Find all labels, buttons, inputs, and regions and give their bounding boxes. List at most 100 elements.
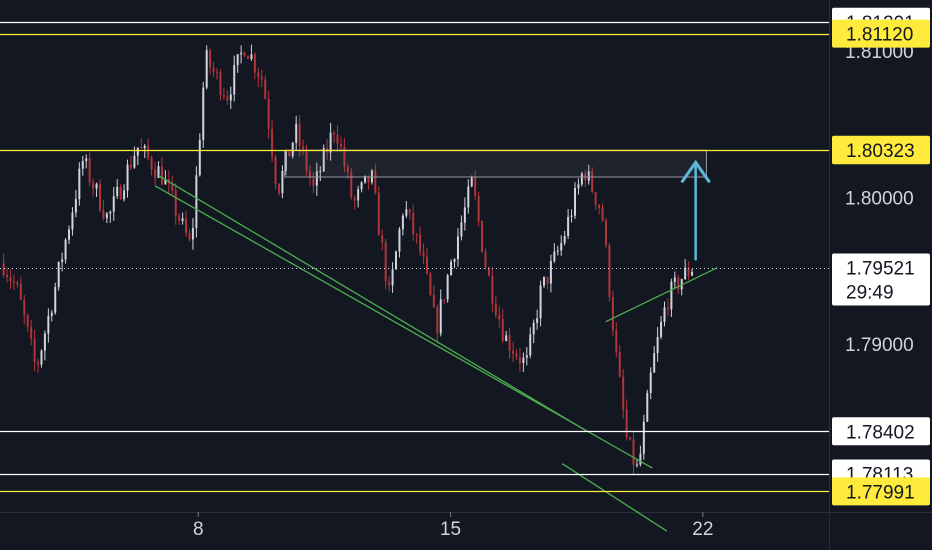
candle-body	[209, 50, 212, 68]
candle-body	[74, 199, 77, 213]
candle-body	[312, 178, 315, 186]
candle-body	[95, 183, 98, 189]
candle-body	[405, 209, 408, 216]
y-tick-label: 1.80000	[845, 188, 914, 209]
candle-body	[604, 220, 607, 246]
candle-body	[81, 161, 84, 169]
candle-body	[98, 183, 101, 211]
candle-body	[574, 188, 577, 216]
candle-body	[178, 215, 181, 221]
candle-body	[439, 299, 442, 334]
candle-body	[425, 256, 428, 274]
candle-body	[57, 261, 60, 288]
candle-body	[429, 273, 432, 296]
x-tick-label: 22	[692, 519, 713, 540]
candle-body	[129, 164, 132, 168]
candle-body	[450, 261, 453, 276]
level-price-label-7-text: 1.77991	[846, 482, 915, 503]
candle-body	[622, 376, 625, 410]
candle-body	[88, 158, 91, 183]
candle-body	[618, 352, 621, 377]
candle-body	[525, 355, 528, 358]
candle-body	[154, 169, 157, 178]
candle-body	[112, 196, 115, 212]
candle-body	[666, 307, 669, 310]
candle-body	[23, 299, 26, 316]
candle-body	[302, 146, 305, 150]
candle-body	[611, 297, 614, 331]
candle-body	[522, 357, 525, 363]
candle-body	[71, 212, 74, 230]
candle-body	[360, 182, 363, 190]
level-price-label-2-text: 1.81120	[846, 25, 913, 46]
candle-body	[147, 145, 150, 158]
candle-body	[691, 271, 694, 276]
candle-body	[505, 335, 508, 341]
candle-body	[233, 65, 236, 95]
candle-body	[243, 52, 246, 57]
candle-body	[253, 54, 256, 73]
candle-body	[563, 235, 566, 243]
candle-body	[498, 315, 501, 320]
candle-body	[47, 315, 50, 334]
candle-body	[30, 327, 33, 340]
candle-body	[484, 251, 487, 268]
candle-body	[295, 123, 298, 143]
candle-body	[33, 339, 36, 363]
candle-body	[54, 287, 57, 313]
candle-body	[456, 236, 459, 260]
candle-body	[663, 307, 666, 322]
candle-body	[202, 87, 205, 140]
candle-body	[216, 71, 219, 73]
candle-body	[264, 79, 267, 99]
candle-body	[470, 177, 473, 187]
candle-body	[246, 56, 249, 59]
candle-body	[412, 212, 415, 235]
candle-body	[553, 251, 556, 261]
current-price-label-countdown: 29:49	[846, 283, 894, 304]
candle-body	[37, 362, 40, 365]
candle-body	[422, 251, 425, 257]
candle-body	[50, 312, 53, 316]
candle-body	[529, 334, 532, 356]
candle-body	[68, 229, 71, 240]
candle-body	[501, 319, 504, 341]
candle-body	[401, 215, 404, 230]
candle-body	[570, 215, 573, 217]
candle-body	[143, 145, 146, 149]
candle-body	[635, 464, 638, 466]
candle-body	[61, 259, 64, 262]
candle-body	[391, 269, 394, 286]
candle-body	[212, 67, 215, 72]
candle-body	[436, 307, 439, 334]
candle-body	[40, 350, 43, 365]
candle-body	[673, 277, 676, 282]
candle-body	[598, 204, 601, 209]
candle-body	[281, 170, 284, 194]
candle-body	[133, 155, 136, 168]
candle-body	[250, 54, 253, 59]
candle-body	[432, 295, 435, 308]
candle-body	[353, 197, 356, 201]
candle-body	[567, 216, 570, 236]
candle-body	[195, 175, 198, 229]
price-chart[interactable]: 1.810001.800001.79000 81522 1.812011.811…	[0, 0, 932, 550]
plot-area[interactable]	[0, 0, 829, 512]
candle-body	[629, 437, 632, 440]
candle-body	[684, 267, 687, 280]
candle-body	[126, 164, 129, 191]
candle-body	[398, 229, 401, 252]
resistance-zone-rectangle[interactable]	[284, 149, 707, 178]
candle-body	[508, 335, 511, 351]
candle-body	[9, 277, 12, 282]
candle-body	[539, 285, 542, 319]
candle-body	[160, 166, 163, 185]
candle-body	[625, 409, 628, 438]
candle-body	[649, 372, 652, 393]
candle-body	[660, 321, 663, 338]
candle-body	[395, 251, 398, 270]
candle-body	[16, 283, 19, 285]
candle-body	[85, 158, 88, 162]
candle-body	[532, 322, 535, 335]
candle-body	[140, 147, 143, 149]
